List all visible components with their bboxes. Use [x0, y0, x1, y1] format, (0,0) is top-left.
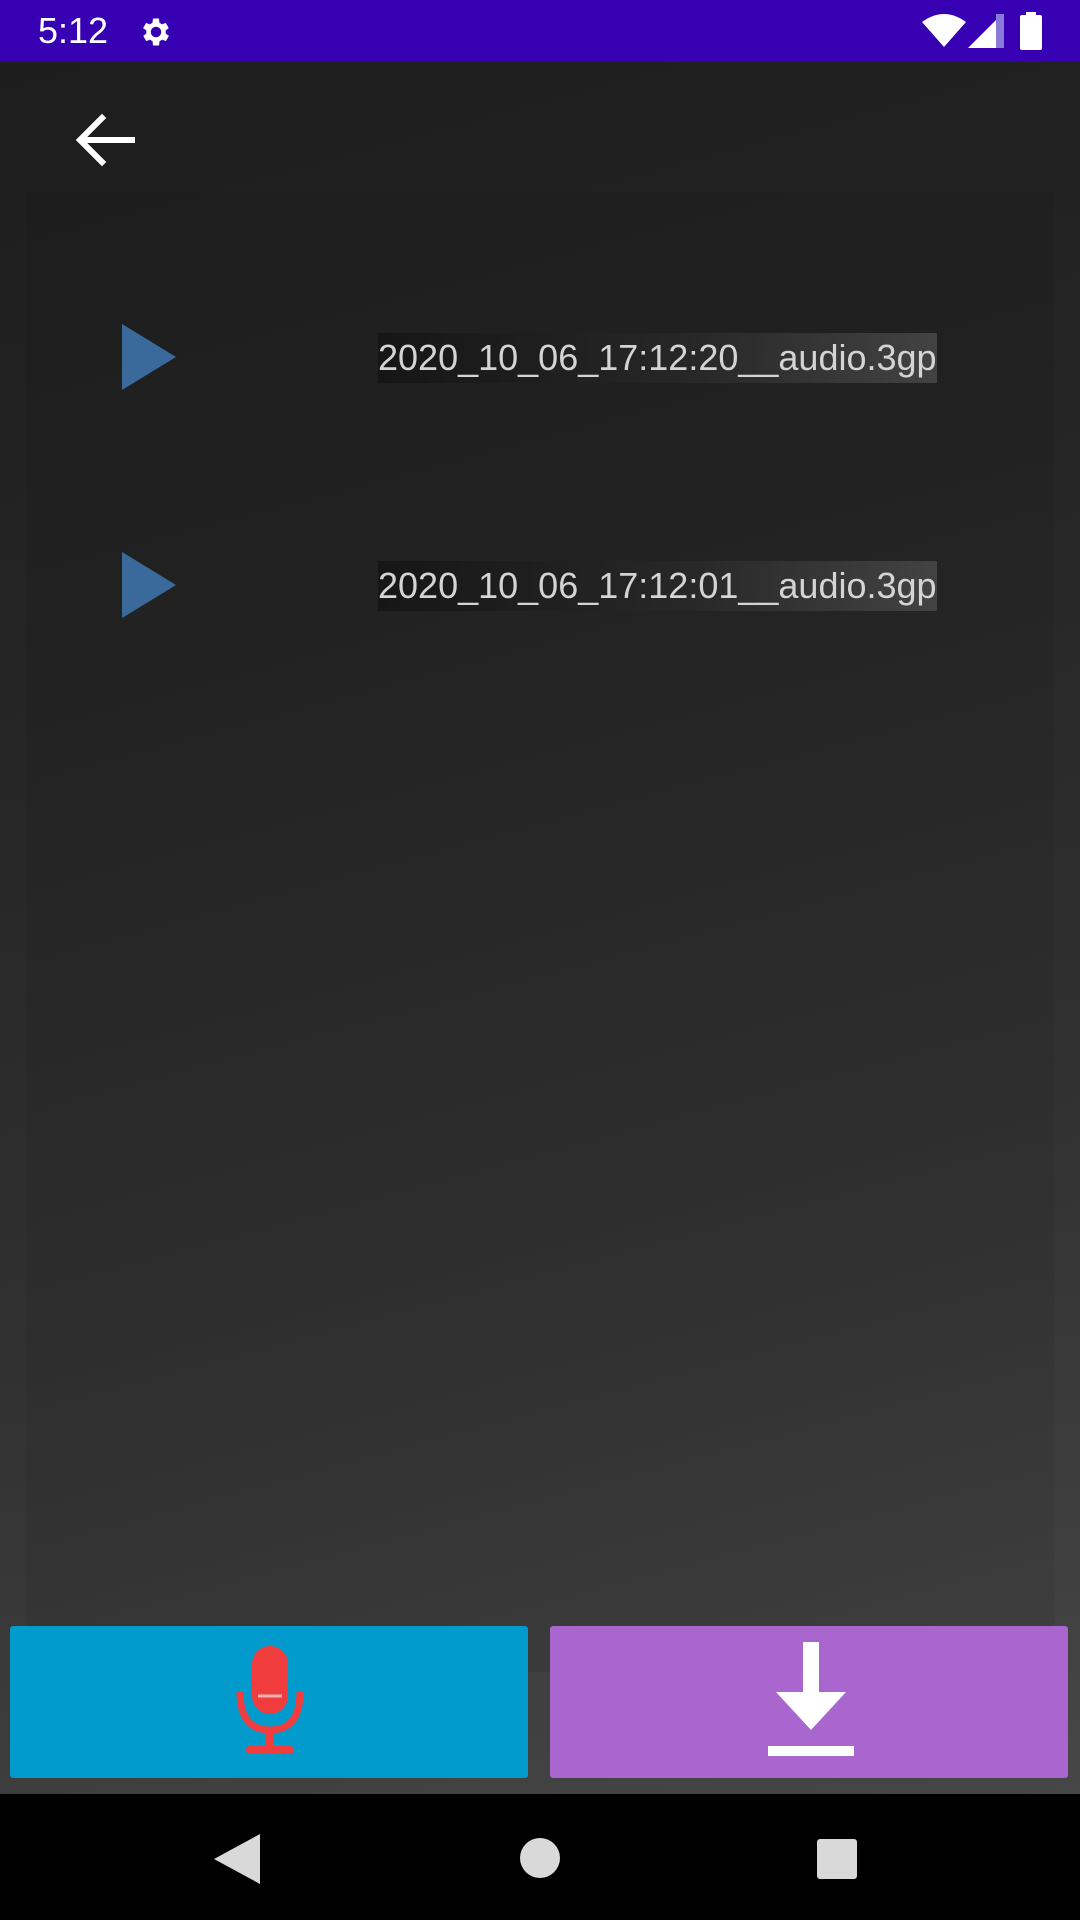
- back-arrow-icon[interactable]: [62, 98, 146, 182]
- nav-back-icon[interactable]: [214, 1834, 260, 1884]
- play-icon[interactable]: [122, 324, 176, 390]
- recording-item[interactable]: 2020_10_06_17:12:01__audio.3gp: [26, 528, 1054, 638]
- download-icon: [768, 1642, 854, 1756]
- nav-recents-icon[interactable]: [816, 1838, 858, 1880]
- app-content: 2020_10_06_17:12:20__audio.3gp 2020_10_0…: [0, 62, 1080, 1794]
- download-button[interactable]: [550, 1626, 1068, 1778]
- navigation-bar: [0, 1794, 1080, 1920]
- recordings-list: 2020_10_06_17:12:20__audio.3gp 2020_10_0…: [26, 192, 1054, 1672]
- gear-icon: [143, 18, 169, 46]
- status-time: 5:12: [38, 10, 109, 51]
- nav-home-icon[interactable]: [518, 1836, 562, 1880]
- play-icon[interactable]: [122, 552, 176, 618]
- battery-icon: [1020, 12, 1042, 50]
- status-bar: 5:12: [0, 0, 1080, 62]
- recording-item[interactable]: 2020_10_06_17:12:20__audio.3gp: [26, 300, 1054, 410]
- signal-icon: [968, 14, 1004, 48]
- record-button[interactable]: [10, 1626, 528, 1778]
- microphone-icon: [236, 1646, 304, 1754]
- recording-file-name[interactable]: 2020_10_06_17:12:01__audio.3gp: [378, 561, 937, 611]
- screen: 5:12 2020_10_06_17:12:20__audio.3gp 2020…: [0, 0, 1080, 1920]
- recording-file-name[interactable]: 2020_10_06_17:12:20__audio.3gp: [378, 333, 937, 383]
- wifi-icon: [922, 14, 966, 47]
